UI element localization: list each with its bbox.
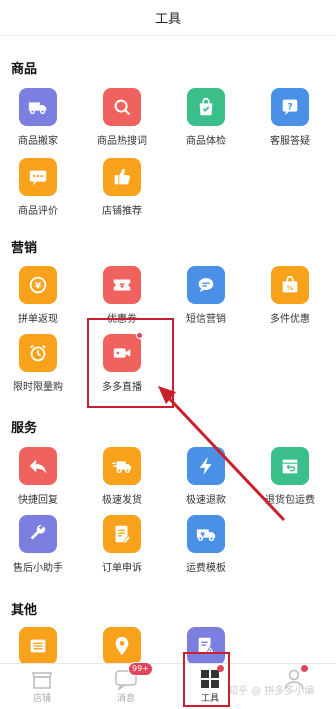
thumbs-up-icon — [103, 158, 141, 196]
chat-bubble-icon: 99+ — [114, 662, 153, 692]
tool-label: 退货包运费 — [265, 495, 315, 506]
tab-label: 消息 — [116, 694, 135, 704]
section-title-other: 其他 — [11, 603, 38, 618]
tool-cashback[interactable]: ¥ 拼单返现 — [3, 266, 73, 325]
tool-label: 极速退款 — [186, 495, 226, 506]
tool-goods-review[interactable]: 商品评价 — [3, 158, 73, 217]
tool-sms-marketing[interactable]: 短信营销 — [171, 266, 241, 325]
tool-label: 运费模板 — [186, 563, 226, 574]
tool-aftersale-helper[interactable]: 售后小助手 — [3, 515, 73, 574]
tool-label: 客服答疑 — [270, 136, 310, 147]
tool-label: 商品搬家 — [18, 136, 58, 147]
section-title-marketing: 营销 — [11, 241, 38, 256]
location-pin-icon — [103, 627, 141, 663]
comment-icon — [19, 158, 57, 196]
highlight-box-tools-tab — [183, 652, 230, 707]
return-box-icon — [271, 447, 309, 485]
tool-goods-hot-search[interactable]: 商品热搜词 — [87, 88, 157, 147]
list-icon — [19, 627, 57, 663]
tool-label: 订单申诉 — [102, 563, 142, 574]
tool-multi-discount[interactable]: % 多件优惠 — [255, 266, 325, 325]
tab-label: 店铺 — [32, 694, 51, 704]
section-title-goods: 商品 — [11, 62, 38, 77]
yuan-coin-icon: ¥ — [19, 266, 57, 304]
sms-icon — [187, 266, 225, 304]
tool-coupon[interactable]: ¥ 优惠券 — [87, 266, 157, 325]
tool-label: 限时限量购 — [13, 382, 63, 393]
fast-truck-icon — [103, 447, 141, 485]
tool-label: 商品体检 — [186, 136, 226, 147]
discount-bag-icon: % — [271, 266, 309, 304]
top-bar: 工具 — [0, 0, 336, 36]
tab-messages[interactable]: 99+ 消息 — [84, 662, 168, 709]
message-count-badge: 99+ — [128, 662, 153, 676]
lightning-icon — [187, 447, 225, 485]
tool-fast-ship[interactable]: 极速发货 — [87, 447, 157, 506]
coupon-icon: ¥ — [103, 266, 141, 304]
tool-goods-move[interactable]: 商品搬家 — [3, 88, 73, 147]
tool-order-appeal[interactable]: 订单申诉 — [87, 515, 157, 574]
tool-label: 店铺推荐 — [102, 206, 142, 217]
watermark: 知乎 @ 拼多多小编 — [228, 686, 315, 697]
svg-text:%: % — [287, 284, 294, 292]
tool-fast-refund[interactable]: 极速退款 — [171, 447, 241, 506]
tool-label: 快捷回复 — [18, 495, 58, 506]
reply-arrow-icon — [19, 447, 57, 485]
tool-other-list[interactable] — [3, 627, 73, 663]
highlight-box-live-stream — [87, 318, 174, 408]
shipping-template-icon: ¥ — [187, 515, 225, 553]
tool-label: 商品评价 — [18, 206, 58, 217]
page-title: 工具 — [154, 12, 181, 27]
tool-cs-answer[interactable]: ? 客服答疑 — [255, 88, 325, 147]
svg-text:?: ? — [287, 101, 292, 112]
tool-store-recommend[interactable]: 店铺推荐 — [87, 158, 157, 217]
truck-icon — [19, 88, 57, 126]
tool-label: 多件优惠 — [270, 314, 310, 325]
tool-quick-reply[interactable]: 快捷回复 — [3, 447, 73, 506]
wrench-icon — [19, 515, 57, 553]
section-title-service: 服务 — [11, 421, 38, 436]
tool-label: 售后小助手 — [13, 563, 63, 574]
alarm-clock-icon — [19, 334, 57, 372]
tool-return-shipping[interactable]: 退货包运费 — [255, 447, 325, 506]
store-icon — [30, 668, 54, 690]
tool-label: 拼单返现 — [18, 314, 58, 325]
tool-other-location[interactable] — [87, 627, 157, 663]
search-icon — [103, 88, 141, 126]
notification-dot — [301, 665, 308, 672]
tool-flash-sale[interactable]: 限时限量购 — [3, 334, 73, 393]
question-chat-icon: ? — [271, 88, 309, 126]
shopping-bag-check-icon — [187, 88, 225, 126]
tool-goods-check[interactable]: 商品体检 — [171, 88, 241, 147]
tool-label: 商品热搜词 — [97, 136, 147, 147]
tool-label: 极速发货 — [102, 495, 142, 506]
tool-label: 短信营销 — [186, 314, 226, 325]
svg-text:¥: ¥ — [35, 281, 42, 292]
document-edit-icon — [103, 515, 141, 553]
tool-shipping-template[interactable]: ¥ 运费模板 — [171, 515, 241, 574]
tab-store[interactable]: 店铺 — [0, 664, 84, 709]
svg-text:¥: ¥ — [119, 281, 125, 290]
